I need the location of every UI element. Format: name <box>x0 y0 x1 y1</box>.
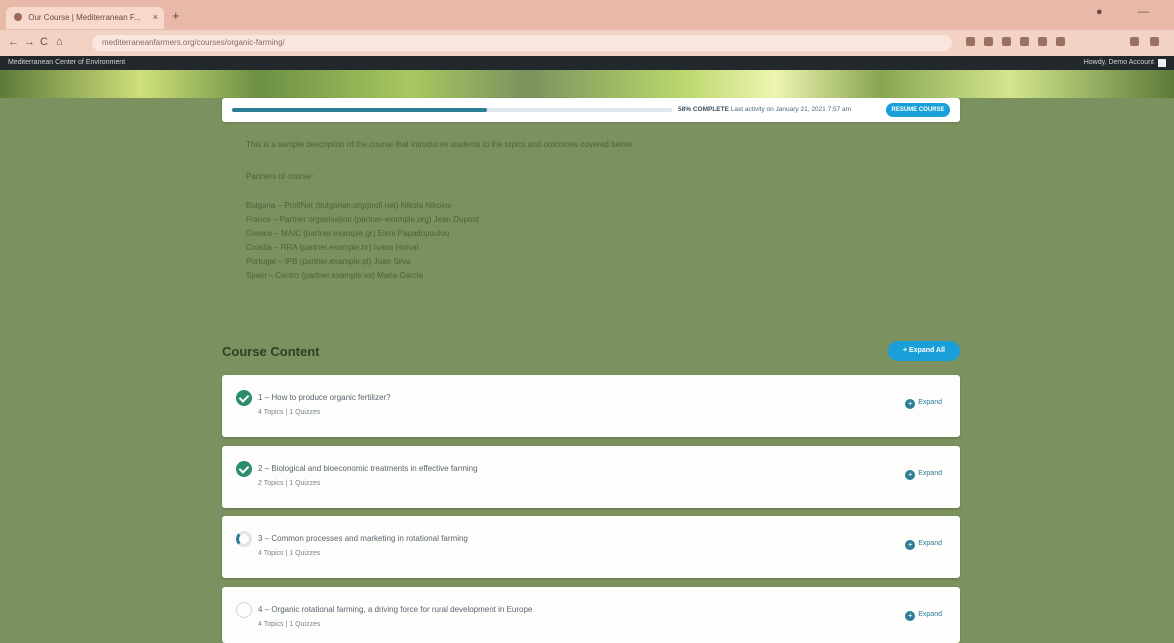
lesson-expand-label: Expand <box>918 611 942 618</box>
reload-icon[interactable]: C <box>40 36 48 48</box>
course-intro: This is a sample description of the cour… <box>246 140 634 149</box>
partner-line: Spain – Centro (partner.example.es) Mari… <box>246 271 423 280</box>
partner-line: France – Partner organisation (partner-e… <box>246 215 480 224</box>
profile-icon[interactable]: ● <box>1096 6 1103 18</box>
extension-icon[interactable] <box>984 37 993 46</box>
partner-line: Greece – MAIC (partner.example.gr) Eleni… <box>246 229 450 238</box>
minimize-icon[interactable]: — <box>1138 6 1149 18</box>
progress-status: 58% COMPLETE Last activity on January 21… <box>678 106 851 113</box>
lesson-expand-button[interactable]: + Expand <box>905 540 942 550</box>
lesson-expand-button[interactable]: + Expand <box>905 470 942 480</box>
course-progress-card: 58% COMPLETE Last activity on January 21… <box>222 98 960 122</box>
url-field[interactable]: mediterraneanfarmers.org/courses/organic… <box>92 35 952 51</box>
browser-tab-bar: Our Course | Mediterranean F... × + ● — <box>0 0 1174 30</box>
partners-heading: Partners of course: <box>246 172 314 181</box>
browser-tab[interactable]: Our Course | Mediterranean F... × <box>6 7 164 29</box>
extension-icon[interactable] <box>1130 37 1139 46</box>
extension-icon[interactable] <box>966 37 975 46</box>
lesson-item[interactable]: 1 – How to produce organic fertilizer? 4… <box>222 375 960 437</box>
course-content-title: Course Content <box>222 344 320 359</box>
tab-title: Our Course | Mediterranean F... <box>28 13 141 22</box>
plus-icon: + <box>905 611 916 621</box>
lesson-in-progress-icon <box>236 531 252 547</box>
plus-icon: + <box>905 470 916 480</box>
plus-icon: + <box>905 399 916 409</box>
back-icon[interactable]: ← <box>8 36 19 48</box>
admin-site-name[interactable]: Mediterranean Center of Environment <box>8 59 125 66</box>
new-tab-icon[interactable]: + <box>172 8 180 23</box>
lesson-expand-label: Expand <box>918 399 942 406</box>
expand-all-button[interactable]: + Expand All <box>888 341 960 361</box>
lesson-item[interactable]: 2 – Biological and bioeconomic treatment… <box>222 446 960 508</box>
progress-percent: 58% COMPLETE <box>678 106 729 113</box>
lesson-expand-label: Expand <box>918 540 942 547</box>
lesson-title[interactable]: 2 – Biological and bioeconomic treatment… <box>258 464 478 473</box>
lesson-title[interactable]: 3 – Common processes and marketing in ro… <box>258 534 468 543</box>
extension-icon[interactable] <box>1002 37 1011 46</box>
address-bar: ← → C ⌂ mediterraneanfarmers.org/courses… <box>0 30 1174 56</box>
extension-icon[interactable] <box>1038 37 1047 46</box>
menu-icon[interactable] <box>1150 37 1159 46</box>
favicon-icon <box>14 13 22 21</box>
progress-bar-fill <box>232 108 488 112</box>
lesson-meta: 4 Topics | 1 Quizzes <box>258 550 321 557</box>
admin-howdy[interactable]: Howdy, Demo Account <box>1084 59 1154 66</box>
plus-icon: + <box>905 540 916 550</box>
resume-course-button[interactable]: RESUME COURSE <box>886 103 950 117</box>
lesson-meta: 2 Topics | 1 Quizzes <box>258 480 321 487</box>
last-activity: Last activity on January 21, 2021 7:57 a… <box>730 106 852 113</box>
lesson-meta: 4 Topics | 1 Quizzes <box>258 621 321 628</box>
lesson-item[interactable]: 4 – Organic rotational farming, a drivin… <box>222 587 960 643</box>
tab-close-icon[interactable]: × <box>153 12 158 22</box>
lesson-title[interactable]: 4 – Organic rotational farming, a drivin… <box>258 605 532 614</box>
lesson-expand-label: Expand <box>918 470 942 477</box>
lesson-title[interactable]: 1 – How to produce organic fertilizer? <box>258 393 391 402</box>
lesson-expand-button[interactable]: + Expand <box>905 611 942 621</box>
lesson-complete-icon <box>236 461 252 477</box>
avatar[interactable] <box>1158 59 1166 67</box>
lesson-meta: 4 Topics | 1 Quizzes <box>258 409 321 416</box>
lesson-item[interactable]: 3 – Common processes and marketing in ro… <box>222 516 960 578</box>
extension-icon[interactable] <box>1020 37 1029 46</box>
forward-icon[interactable]: → <box>24 36 35 48</box>
admin-bar: Mediterranean Center of Environment Howd… <box>0 56 1174 70</box>
extension-icon[interactable] <box>1056 37 1065 46</box>
progress-bar <box>232 108 672 112</box>
partner-line: Portugal – IPB (partner.example.pt) Joao… <box>246 257 411 266</box>
lesson-expand-button[interactable]: + Expand <box>905 399 942 409</box>
partner-line: Croatia – RRA (partner.example.hr) Ivana… <box>246 243 419 252</box>
home-icon[interactable]: ⌂ <box>56 36 63 48</box>
lesson-complete-icon <box>236 390 252 406</box>
header-banner-image <box>0 70 1174 98</box>
partner-line: Bulgaria – ProfiNet (bulgarian.org/profi… <box>246 201 452 210</box>
lesson-not-started-icon <box>236 602 252 618</box>
